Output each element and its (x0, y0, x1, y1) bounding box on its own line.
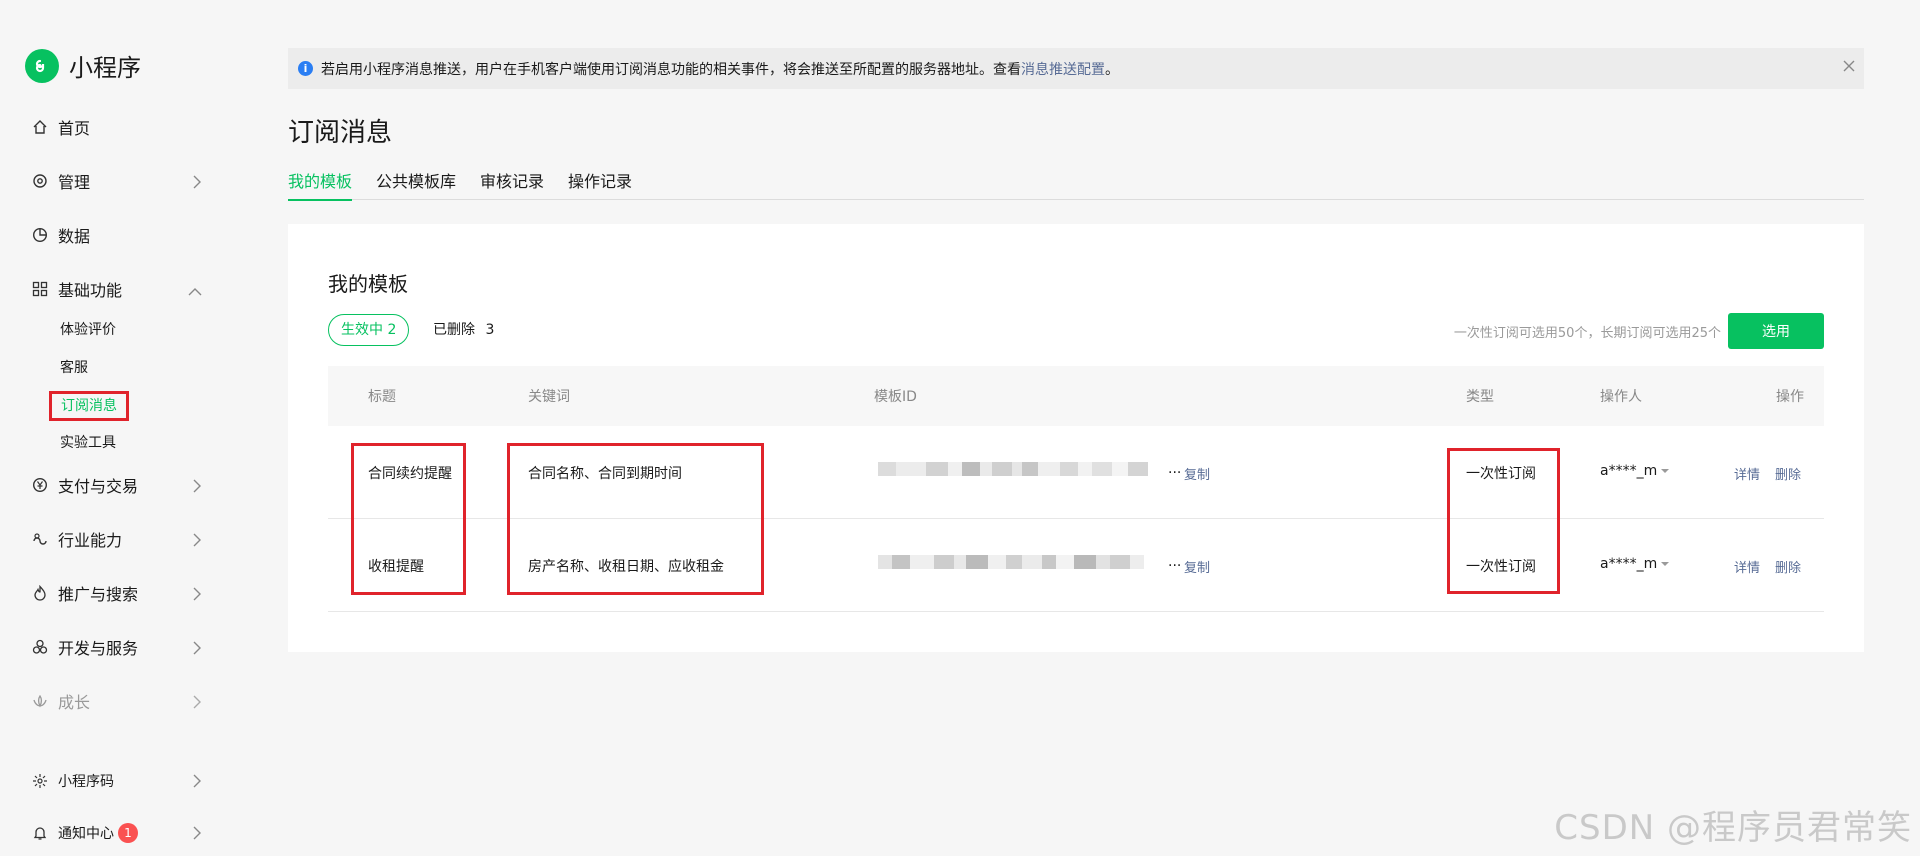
notice-end: 。 (1105, 61, 1119, 78)
row-id-ellipsis: ... (1168, 554, 1182, 570)
chevron-right-icon (192, 774, 202, 792)
operator-name: a****_m (1600, 463, 1658, 479)
sidebar-item-development[interactable]: 开发与服务 (32, 632, 202, 662)
sidebar-item-label: 开发与服务 (58, 639, 139, 658)
home-icon (32, 119, 48, 135)
chevron-right-icon (192, 532, 202, 551)
annotation-box-type (1447, 448, 1560, 594)
chevron-up-icon (188, 282, 202, 301)
push-config-link[interactable]: 消息推送配置 (1021, 59, 1105, 79)
lotus-icon (32, 693, 48, 709)
quota-hint: 一次性订阅可选用50个，长期订阅可选用25个 (1453, 326, 1721, 341)
page-title: 订阅消息 (288, 118, 393, 148)
sidebar-item-label: 行业能力 (58, 531, 123, 550)
sidebar: 小程序 首页 管理 数据 基础功能 体验评价 客服 订阅消息 实验工具 支付与交… (0, 0, 240, 856)
header-template-id: 模板ID (874, 389, 917, 405)
sidebar-item-label: 首页 (58, 119, 91, 138)
watermark: CSDN @程序员君常笑 (1554, 808, 1912, 848)
sidebar-item-label: 支付与交易 (58, 477, 139, 496)
sidebar-item-label: 推广与搜索 (58, 585, 139, 604)
info-notice-bar: i 若启用小程序消息推送，用户在手机客户端使用订阅消息功能的相关事件，将会推送至… (288, 48, 1864, 89)
detail-link[interactable]: 详情 (1734, 557, 1760, 576)
chevron-right-icon (192, 640, 202, 659)
sidebar-subitem-subscription-message[interactable]: 订阅消息 (49, 391, 129, 421)
header-actions: 操作 (1776, 389, 1804, 405)
row-template-id-blurred: ... (878, 554, 1181, 572)
sidebar-item-qrcode[interactable]: 小程序码 (32, 766, 202, 796)
gear-icon (32, 173, 48, 189)
sidebar-item-label: 小程序码 (58, 774, 114, 790)
filter-active-count: 2 (387, 322, 397, 338)
sidebar-item-label: 基础功能 (58, 281, 123, 300)
table-header: 标题 关键词 模板ID 类型 操作人 操作 (328, 366, 1824, 426)
tab-my-templates[interactable]: 我的模板 (288, 170, 353, 201)
mini-program-logo-icon (25, 48, 59, 83)
select-template-button[interactable]: 选用 (1728, 313, 1824, 349)
sun-code-icon (32, 773, 48, 789)
delete-link[interactable]: 删除 (1775, 557, 1801, 576)
notification-badge: 1 (118, 823, 138, 843)
flame-icon (32, 585, 48, 601)
header-type: 类型 (1466, 389, 1494, 405)
row-template-id-blurred: ... (878, 461, 1181, 479)
card-title: 我的模板 (328, 272, 408, 296)
chevron-right-icon (192, 478, 202, 497)
caret-down-icon (1661, 562, 1670, 566)
detail-link[interactable]: 详情 (1734, 464, 1760, 483)
header-operator: 操作人 (1600, 389, 1642, 405)
yuan-icon (32, 477, 48, 493)
sidebar-subitem-experience-review[interactable]: 体验评价 (60, 318, 116, 342)
bell-icon (32, 825, 48, 841)
tab-operation-records[interactable]: 操作记录 (568, 170, 632, 200)
operator-name: a****_m (1600, 556, 1658, 572)
tab-public-library[interactable]: 公共模板库 (376, 170, 456, 200)
sidebar-item-industry[interactable]: 行业能力 (32, 524, 202, 554)
tab-review-records[interactable]: 审核记录 (480, 170, 544, 200)
sidebar-item-label: 数据 (58, 227, 91, 246)
delete-link[interactable]: 删除 (1775, 464, 1801, 483)
chevron-right-icon (192, 586, 202, 605)
sidebar-item-data[interactable]: 数据 (32, 220, 202, 250)
app-logo[interactable]: 小程序 (25, 48, 141, 83)
sidebar-item-label: 通知中心 (58, 826, 114, 842)
copy-id-button[interactable]: 复制 (1184, 557, 1210, 576)
filter-deleted[interactable]: 已删除 3 (433, 314, 494, 346)
close-icon[interactable] (1842, 59, 1856, 77)
chevron-right-icon (192, 694, 202, 713)
info-icon: i (298, 61, 313, 76)
sidebar-item-growth[interactable]: 成长 (32, 686, 202, 716)
pie-chart-icon (32, 227, 48, 243)
filter-deleted-count: 3 (485, 322, 495, 338)
copy-id-button[interactable]: 复制 (1184, 464, 1210, 483)
row-operator[interactable]: a****_m (1600, 556, 1670, 572)
sidebar-item-manage[interactable]: 管理 (32, 166, 202, 196)
tab-bar: 我的模板 公共模板库 审核记录 操作记录 (288, 170, 1864, 201)
sidebar-item-promotion[interactable]: 推广与搜索 (32, 578, 202, 608)
header-title: 标题 (368, 389, 396, 405)
filter-active-label: 生效中 (341, 322, 383, 338)
sidebar-item-payment[interactable]: 支付与交易 (32, 470, 202, 500)
caret-down-icon (1661, 469, 1670, 473)
filter-deleted-label: 已删除 (433, 322, 475, 338)
industry-icon (32, 531, 48, 547)
annotation-box-title (351, 443, 466, 595)
annotation-box-keywords (507, 443, 764, 595)
sidebar-item-label: 成长 (58, 693, 91, 712)
sidebar-subitem-customer-service[interactable]: 客服 (60, 356, 88, 380)
row-operator[interactable]: a****_m (1600, 463, 1670, 479)
chevron-right-icon (192, 174, 202, 193)
sidebar-item-label: 管理 (58, 173, 91, 192)
sidebar-item-home[interactable]: 首页 (32, 112, 202, 142)
chevron-right-icon (192, 826, 202, 844)
sidebar-subitem-experiment-tools[interactable]: 实验工具 (60, 431, 116, 455)
grid-icon (32, 281, 48, 297)
app-name: 小程序 (69, 54, 141, 82)
filter-active[interactable]: 生效中 2 (328, 314, 410, 346)
notice-text: 若启用小程序消息推送，用户在手机客户端使用订阅消息功能的相关事件，将会推送至所配… (321, 61, 1021, 78)
sidebar-item-basic-features[interactable]: 基础功能 (32, 274, 202, 304)
header-keywords: 关键词 (528, 389, 570, 405)
row-id-ellipsis: ... (1168, 461, 1182, 477)
sidebar-item-notifications[interactable]: 通知中心 1 (32, 818, 202, 848)
circles-icon (32, 639, 48, 655)
